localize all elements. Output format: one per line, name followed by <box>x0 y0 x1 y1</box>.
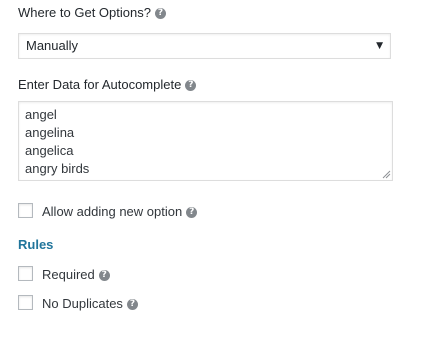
help-icon[interactable]: ? <box>185 79 197 91</box>
no-duplicates-checkbox[interactable] <box>18 295 33 310</box>
required-checkbox[interactable] <box>18 266 33 281</box>
help-icon[interactable]: ? <box>186 206 198 218</box>
help-icon[interactable]: ? <box>126 298 138 310</box>
options-source-label: Where to Get Options? ? <box>18 5 166 21</box>
textarea-line: angelina <box>25 125 75 140</box>
textarea-line: angel <box>25 107 57 122</box>
options-source-selected-value: Manually <box>26 38 79 53</box>
required-label: Required ? <box>42 267 110 283</box>
textarea-line: angelica <box>25 143 74 158</box>
textarea-line: angry birds <box>25 161 90 176</box>
field-settings-panel: Where to Get Options? ? Manually ▼ Enter… <box>0 0 429 337</box>
chevron-down-icon: ▼ <box>376 41 383 51</box>
resize-handle-icon[interactable] <box>382 170 391 179</box>
autocomplete-data-label: Enter Data for Autocomplete ? <box>18 77 197 93</box>
help-icon[interactable]: ? <box>154 7 166 19</box>
options-source-select[interactable]: Manually ▼ <box>18 33 391 59</box>
help-icon[interactable]: ? <box>98 269 110 281</box>
allow-new-option-label: Allow adding new option ? <box>42 204 198 220</box>
rules-heading: Rules <box>18 237 54 252</box>
autocomplete-data-textarea[interactable]: angel angelina angelica angry birds <box>18 101 393 181</box>
allow-new-option-checkbox[interactable] <box>18 203 33 218</box>
no-duplicates-label: No Duplicates ? <box>42 296 138 312</box>
